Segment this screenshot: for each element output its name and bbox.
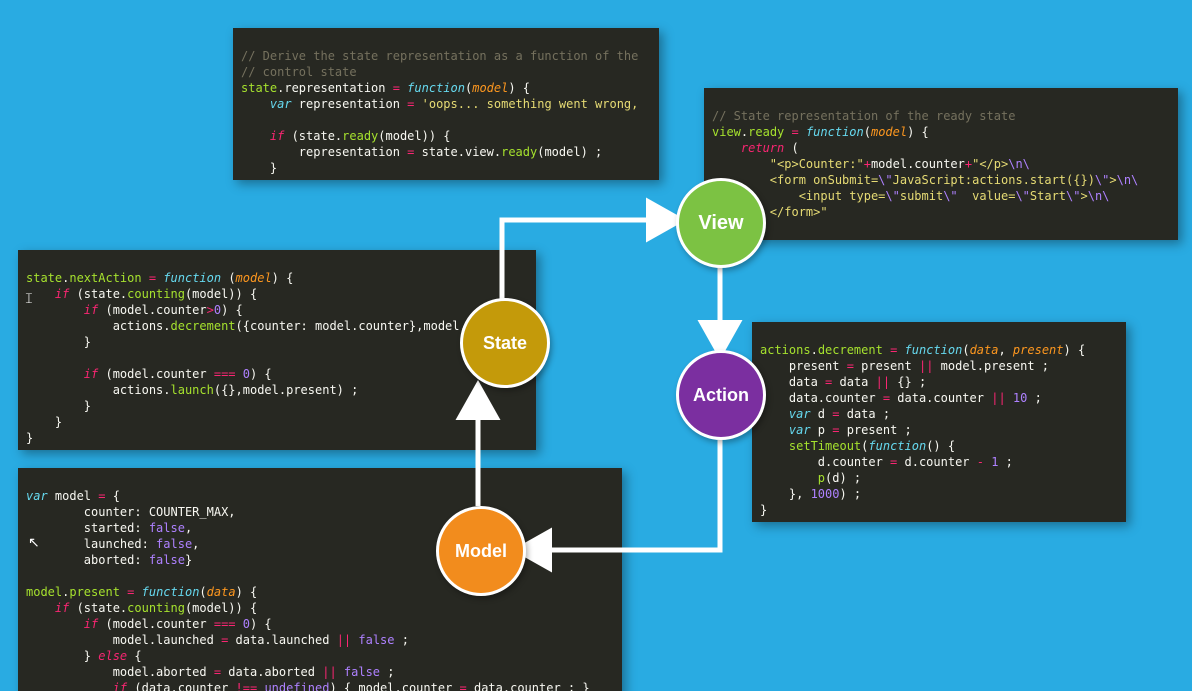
code-state-representation: // Derive the state representation as a … xyxy=(233,28,659,180)
node-model: Model xyxy=(436,506,526,596)
node-view: View xyxy=(676,178,766,268)
node-action: Action xyxy=(676,350,766,440)
code-model: var model = { counter: COUNTER_MAX, star… xyxy=(18,468,622,691)
node-label: View xyxy=(698,212,743,235)
node-label: Action xyxy=(693,385,749,406)
node-label: State xyxy=(483,333,527,354)
diagram-canvas: { "nodes": { "state": { "label": "State"… xyxy=(0,0,1192,691)
code-action-decrement: actions.decrement = function(data, prese… xyxy=(752,322,1126,522)
node-state: State xyxy=(460,298,550,388)
code-state-nextaction: state.nextAction = function (model) { if… xyxy=(18,250,536,450)
pointer-cursor-icon: ↖ xyxy=(28,534,40,551)
text-cursor-icon: 𝙸 xyxy=(24,290,34,307)
code-view-ready: // State representation of the ready sta… xyxy=(704,88,1178,240)
node-label: Model xyxy=(455,541,507,562)
